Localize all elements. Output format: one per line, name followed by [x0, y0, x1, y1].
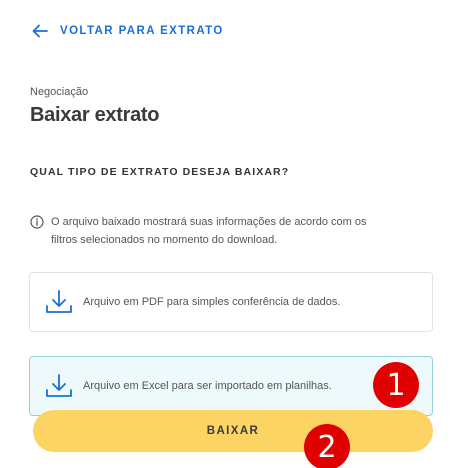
option-pdf-label: Arquivo em PDF para simples conferência …: [83, 296, 341, 308]
download-icon: [46, 290, 72, 313]
info-note: O arquivo baixado mostrará suas informaç…: [30, 213, 430, 249]
download-button-label: BAIXAR: [206, 425, 260, 437]
step-badge-2: 2: [304, 424, 350, 468]
info-text: O arquivo baixado mostrará suas informaç…: [51, 213, 367, 249]
info-line-2: filtros selecionados no momento do downl…: [51, 234, 278, 246]
section-question: QUAL TIPO DE EXTRATO DESEJA BAIXAR?: [30, 166, 290, 178]
info-line-1: O arquivo baixado mostrará suas informaç…: [51, 216, 367, 228]
download-icon: [46, 374, 72, 397]
step-badge-1: 1: [373, 362, 419, 408]
option-pdf[interactable]: Arquivo em PDF para simples conferência …: [29, 272, 433, 332]
arrow-left-icon: [32, 24, 48, 38]
page-title: Baixar extrato: [30, 104, 160, 126]
back-link-label: VOLTAR PARA EXTRATO: [60, 25, 224, 37]
info-circle-icon: [30, 215, 44, 229]
back-to-statement-link[interactable]: VOLTAR PARA EXTRATO: [31, 22, 224, 40]
option-excel-label: Arquivo em Excel para ser importado em p…: [83, 380, 332, 392]
download-button[interactable]: BAIXAR: [33, 410, 433, 452]
page-eyebrow: Negociação: [30, 86, 89, 98]
